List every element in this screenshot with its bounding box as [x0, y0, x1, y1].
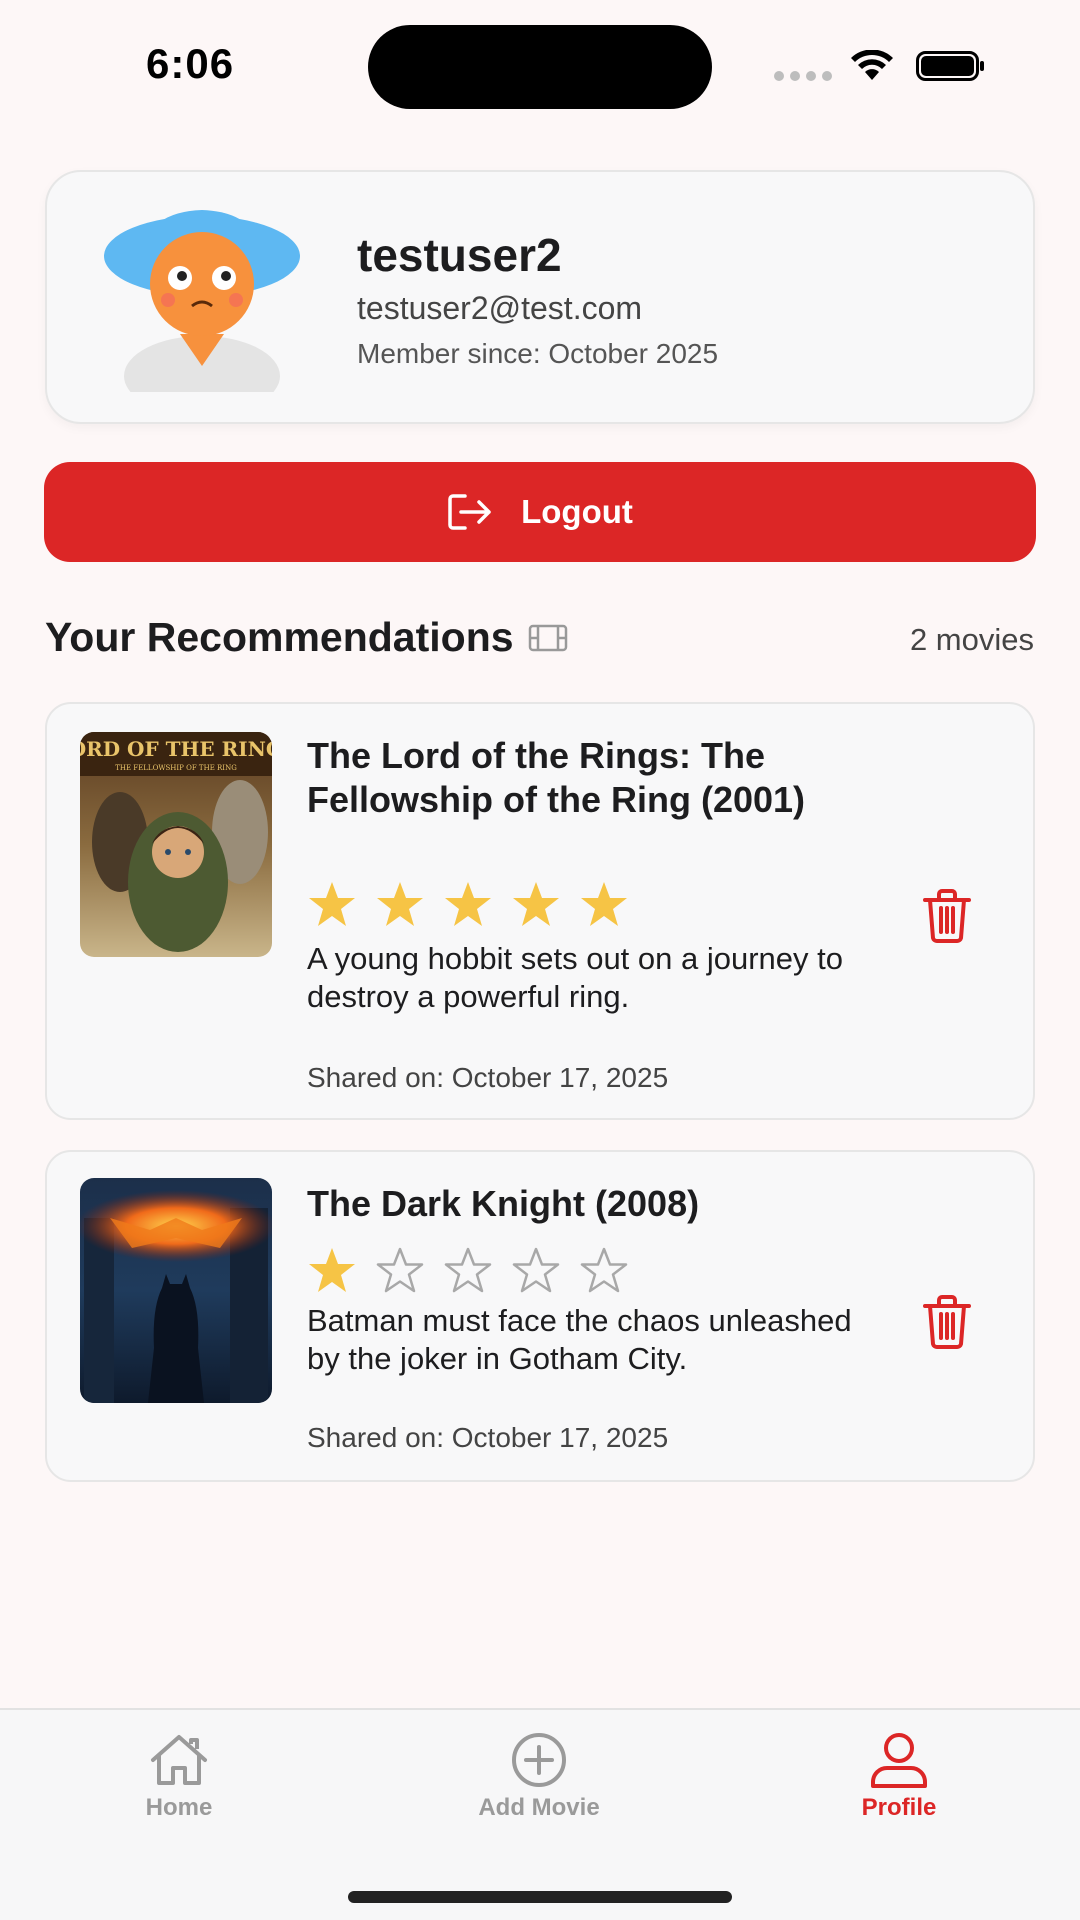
delete-trash-icon[interactable]: [921, 888, 973, 944]
movie-description: Batman must face the chaos unleashed by …: [307, 1303, 852, 1376]
user-icon: [871, 1733, 927, 1788]
tab-add-movie[interactable]: Add Movie: [419, 1732, 659, 1832]
status-time: 6:06: [146, 40, 235, 87]
cellular-signal-icon: [774, 71, 832, 81]
section-title: Your Recommendations: [45, 614, 568, 661]
home-indicator: [348, 1891, 732, 1903]
star-filled-icon[interactable]: [307, 880, 357, 928]
star-rating[interactable]: [307, 1246, 629, 1294]
wifi-icon: [851, 50, 893, 80]
logout-button[interactable]: Logout: [44, 462, 1036, 562]
star-filled-icon[interactable]: [511, 880, 561, 928]
movie-poster: LORD OF THE RINGS THE FELLOWSHIP OF THE …: [80, 732, 272, 957]
profile-card: testuser2 testuser2@test.com Member sinc…: [45, 170, 1035, 424]
star-filled-icon[interactable]: [443, 880, 493, 928]
delete-trash-icon[interactable]: [921, 1294, 973, 1350]
logout-icon: [448, 494, 491, 530]
status-bar: 6:06: [0, 0, 1080, 130]
poster-subtitle: THE FELLOWSHIP OF THE RING: [115, 764, 237, 772]
movie-card[interactable]: The Dark Knight (2008) Batman must face …: [45, 1150, 1035, 1482]
home-icon: [151, 1735, 207, 1785]
movie-title: The Dark Knight (2008): [307, 1183, 700, 1224]
add-circle-icon: [512, 1733, 566, 1787]
star-filled-icon[interactable]: [375, 880, 425, 928]
movie-card[interactable]: LORD OF THE RINGS THE FELLOWSHIP OF THE …: [45, 702, 1035, 1120]
tab-profile[interactable]: Profile: [779, 1732, 1019, 1832]
profile-email: testuser2@test.com: [357, 290, 643, 326]
star-filled-icon[interactable]: [579, 880, 629, 928]
star-empty-icon[interactable]: [443, 1246, 493, 1294]
dynamic-island: [368, 25, 712, 109]
tab-add-movie-label: Add Movie: [478, 1794, 600, 1821]
poster-title: LORD OF THE RINGS: [80, 737, 272, 761]
tab-bar: Home Add Movie Profile: [0, 1708, 1080, 1920]
movie-description: A young hobbit sets out on a journey to …: [307, 941, 843, 1014]
star-empty-icon[interactable]: [375, 1246, 425, 1294]
movie-count: 2 movies: [909, 622, 1034, 657]
avatar: [104, 210, 300, 392]
movie-title: The Lord of the Rings: The Fellowship of…: [307, 735, 806, 820]
tab-home[interactable]: Home: [59, 1732, 299, 1832]
film-icon: [528, 624, 567, 651]
movie-poster: [80, 1178, 272, 1403]
star-rating[interactable]: [307, 880, 629, 928]
profile-member-since: Member since: October 2025: [357, 338, 719, 369]
shared-date: Shared on: October 17, 2025: [307, 1062, 669, 1093]
profile-username: testuser2: [357, 229, 562, 281]
recommendations-title: Your Recommendations: [45, 614, 514, 660]
star-empty-icon[interactable]: [511, 1246, 561, 1294]
battery-icon: [916, 51, 984, 81]
tab-profile-label: Profile: [861, 1794, 937, 1821]
star-filled-icon[interactable]: [307, 1246, 357, 1294]
star-empty-icon[interactable]: [579, 1246, 629, 1294]
logout-label: Logout: [521, 493, 633, 530]
shared-date: Shared on: October 17, 2025: [307, 1422, 669, 1453]
tab-home-label: Home: [145, 1794, 213, 1821]
